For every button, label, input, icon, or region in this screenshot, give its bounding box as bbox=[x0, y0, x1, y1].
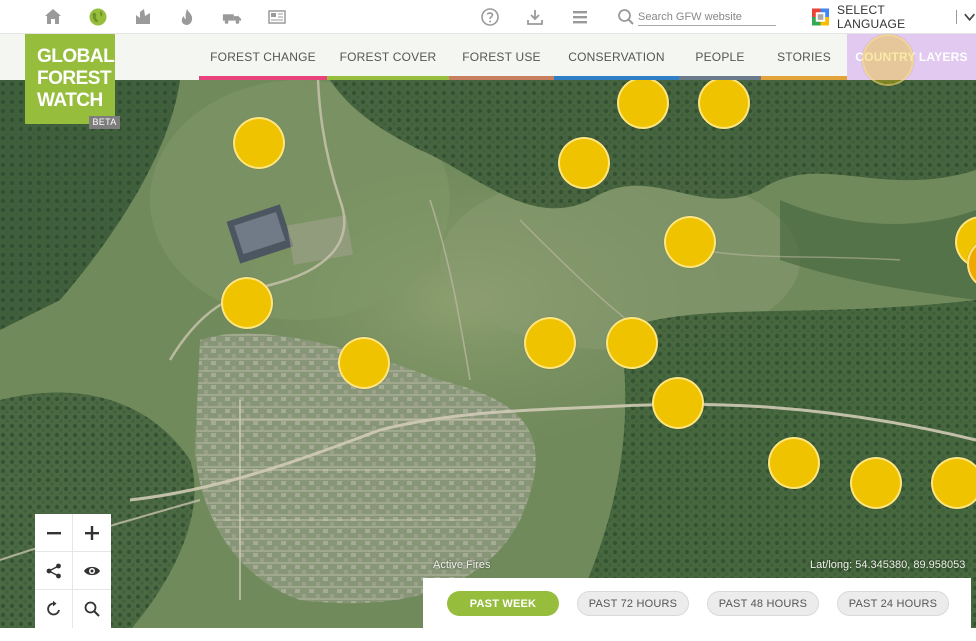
help-icon[interactable] bbox=[479, 6, 501, 28]
fire-marker[interactable] bbox=[617, 77, 669, 129]
divider bbox=[955, 10, 957, 24]
satellite-map[interactable]: Active Fires Lat/long: 54.345380, 89.958… bbox=[0, 0, 976, 641]
active-fires-label: Active Fires bbox=[433, 559, 491, 571]
zoom-in-button[interactable] bbox=[73, 514, 111, 552]
tab-underline bbox=[449, 76, 554, 80]
chevron-down-icon bbox=[964, 13, 975, 22]
reset-button[interactable] bbox=[35, 590, 73, 628]
past-48-hours-button[interactable]: PAST 48 HOURS bbox=[707, 591, 819, 616]
language-selector[interactable]: SELECT LANGUAGE bbox=[812, 3, 976, 31]
home-icon[interactable] bbox=[42, 6, 64, 28]
zoom-out-button[interactable] bbox=[35, 514, 73, 552]
refresh-icon bbox=[46, 600, 60, 616]
map-controls bbox=[35, 514, 111, 628]
tab-label: STORIES bbox=[777, 50, 831, 64]
top-utility-bar: SELECT LANGUAGE bbox=[0, 0, 976, 34]
footer-strip bbox=[0, 628, 976, 641]
fire-marker[interactable] bbox=[664, 216, 716, 268]
logo-line: WATCH bbox=[37, 90, 103, 111]
fire-marker[interactable] bbox=[338, 337, 390, 389]
past-week-button[interactable]: PAST WEEK bbox=[447, 591, 559, 616]
tab-label: PEOPLE bbox=[695, 50, 745, 64]
tab-label: FOREST USE bbox=[462, 50, 541, 64]
fire-marker[interactable] bbox=[233, 117, 285, 169]
search-icon bbox=[618, 9, 634, 25]
coordinates-readout: Lat/long: 54.345380, 89.958053 bbox=[810, 559, 966, 571]
tab-label: FOREST COVER bbox=[339, 50, 437, 64]
google-icon bbox=[812, 8, 829, 26]
fire-marker[interactable] bbox=[931, 457, 976, 509]
past-72-hours-button[interactable]: PAST 72 HOURS bbox=[577, 591, 689, 616]
plus-icon bbox=[85, 525, 99, 540]
tab-underline bbox=[761, 76, 847, 80]
language-label: SELECT LANGUAGE bbox=[837, 3, 906, 31]
truck-icon[interactable] bbox=[221, 6, 243, 28]
fire-marker[interactable] bbox=[652, 377, 704, 429]
timeline-panel: PAST WEEK PAST 72 HOURS PAST 48 HOURS PA… bbox=[423, 578, 971, 628]
tab-underline bbox=[199, 76, 327, 80]
fire-marker[interactable] bbox=[558, 137, 610, 189]
logo-line: FOREST bbox=[37, 68, 112, 89]
tab-label: CONSERVATION bbox=[568, 50, 665, 64]
tab-people[interactable]: PEOPLE bbox=[679, 34, 761, 80]
beta-badge: BETA bbox=[89, 116, 120, 129]
menu-icon[interactable] bbox=[569, 6, 591, 28]
tab-label: FOREST CHANGE bbox=[210, 50, 316, 64]
fire-icon[interactable] bbox=[176, 6, 198, 28]
globe-icon[interactable] bbox=[87, 6, 109, 28]
minus-icon bbox=[46, 531, 61, 534]
map-search-button[interactable] bbox=[73, 590, 111, 628]
search-icon bbox=[84, 601, 100, 617]
satellite-imagery bbox=[0, 0, 976, 641]
newspaper-icon[interactable] bbox=[266, 6, 288, 28]
toggle-view-button[interactable] bbox=[73, 552, 111, 590]
logo-line: GLOBAL bbox=[37, 46, 115, 67]
tab-forest-cover[interactable]: FOREST COVER bbox=[327, 34, 449, 80]
fire-marker[interactable] bbox=[221, 277, 273, 329]
fire-marker[interactable] bbox=[698, 77, 750, 129]
fire-marker[interactable] bbox=[524, 317, 576, 369]
tab-underline bbox=[554, 76, 679, 80]
gfw-logo[interactable]: GLOBAL FOREST WATCH bbox=[25, 34, 115, 124]
share-button[interactable] bbox=[35, 552, 73, 590]
share-icon bbox=[46, 563, 61, 578]
fire-marker[interactable] bbox=[862, 34, 914, 86]
search-input[interactable] bbox=[638, 8, 776, 26]
eye-icon bbox=[84, 566, 100, 575]
fire-marker[interactable] bbox=[606, 317, 658, 369]
tab-forest-change[interactable]: FOREST CHANGE bbox=[199, 34, 327, 80]
main-nav: FOREST CHANGE FOREST COVER FOREST USE CO… bbox=[0, 34, 976, 80]
industry-icon[interactable] bbox=[132, 6, 154, 28]
search-box bbox=[616, 6, 776, 28]
tab-stories[interactable]: STORIES bbox=[761, 34, 847, 80]
past-24-hours-button[interactable]: PAST 24 HOURS bbox=[837, 591, 949, 616]
fire-marker[interactable] bbox=[768, 437, 820, 489]
tab-conservation[interactable]: CONSERVATION bbox=[554, 34, 679, 80]
tab-underline bbox=[679, 76, 761, 80]
tab-forest-use[interactable]: FOREST USE bbox=[449, 34, 554, 80]
download-icon[interactable] bbox=[524, 6, 546, 28]
tab-underline bbox=[327, 76, 449, 80]
fire-marker[interactable] bbox=[850, 457, 902, 509]
